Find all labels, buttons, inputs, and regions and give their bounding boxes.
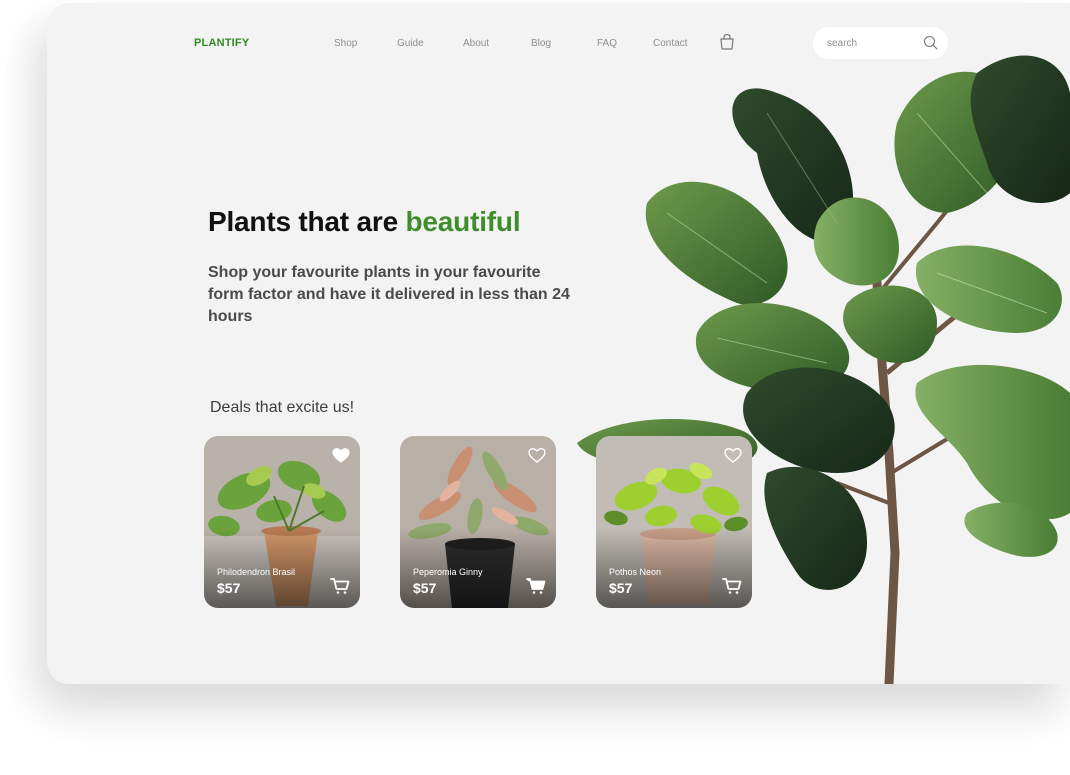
shopping-bag-icon[interactable] [719, 33, 735, 51]
brand-logo[interactable]: PLANTIFY [194, 37, 249, 49]
hero-headline-prefix: Plants that are [208, 206, 406, 237]
card-product-name: Philodendron Brasil [217, 567, 296, 577]
product-card[interactable]: Philodendron Brasil $57 [204, 436, 360, 608]
nav-link-about[interactable]: About [463, 38, 489, 49]
page-frame: PLANTIFY Shop Guide About Blog FAQ Conta… [47, 3, 1070, 684]
product-card[interactable]: Pothos Neon $57 [596, 436, 752, 608]
card-price: $57 [413, 580, 437, 596]
hero-subheadline: Shop your favourite plants in your favou… [208, 264, 570, 325]
product-card[interactable]: Peperomia Ginny $57 [400, 436, 556, 608]
cart-icon[interactable] [526, 577, 546, 595]
cart-icon[interactable] [722, 577, 742, 595]
card-product-name: Pothos Neon [609, 567, 662, 577]
nav-link-faq[interactable]: FAQ [597, 38, 617, 49]
hero-headline-accent: beautiful [405, 206, 521, 237]
heart-icon[interactable] [724, 447, 742, 463]
search-input[interactable] [827, 35, 917, 51]
heart-icon[interactable] [528, 447, 546, 463]
hero-headline: Plants that are beautiful [208, 206, 521, 238]
search-icon[interactable] [923, 35, 938, 50]
card-price: $57 [609, 580, 633, 596]
deals-title: Deals that excite us! [210, 399, 355, 416]
card-product-name: Peperomia Ginny [413, 567, 483, 577]
cart-icon[interactable] [330, 577, 350, 595]
card-price: $57 [217, 580, 241, 596]
nav-link-blog[interactable]: Blog [531, 38, 551, 49]
heart-icon[interactable] [332, 447, 350, 463]
nav-link-guide[interactable]: Guide [397, 38, 424, 49]
nav-link-shop[interactable]: Shop [334, 38, 357, 49]
search-box [813, 27, 948, 59]
nav-link-contact[interactable]: Contact [653, 38, 687, 49]
